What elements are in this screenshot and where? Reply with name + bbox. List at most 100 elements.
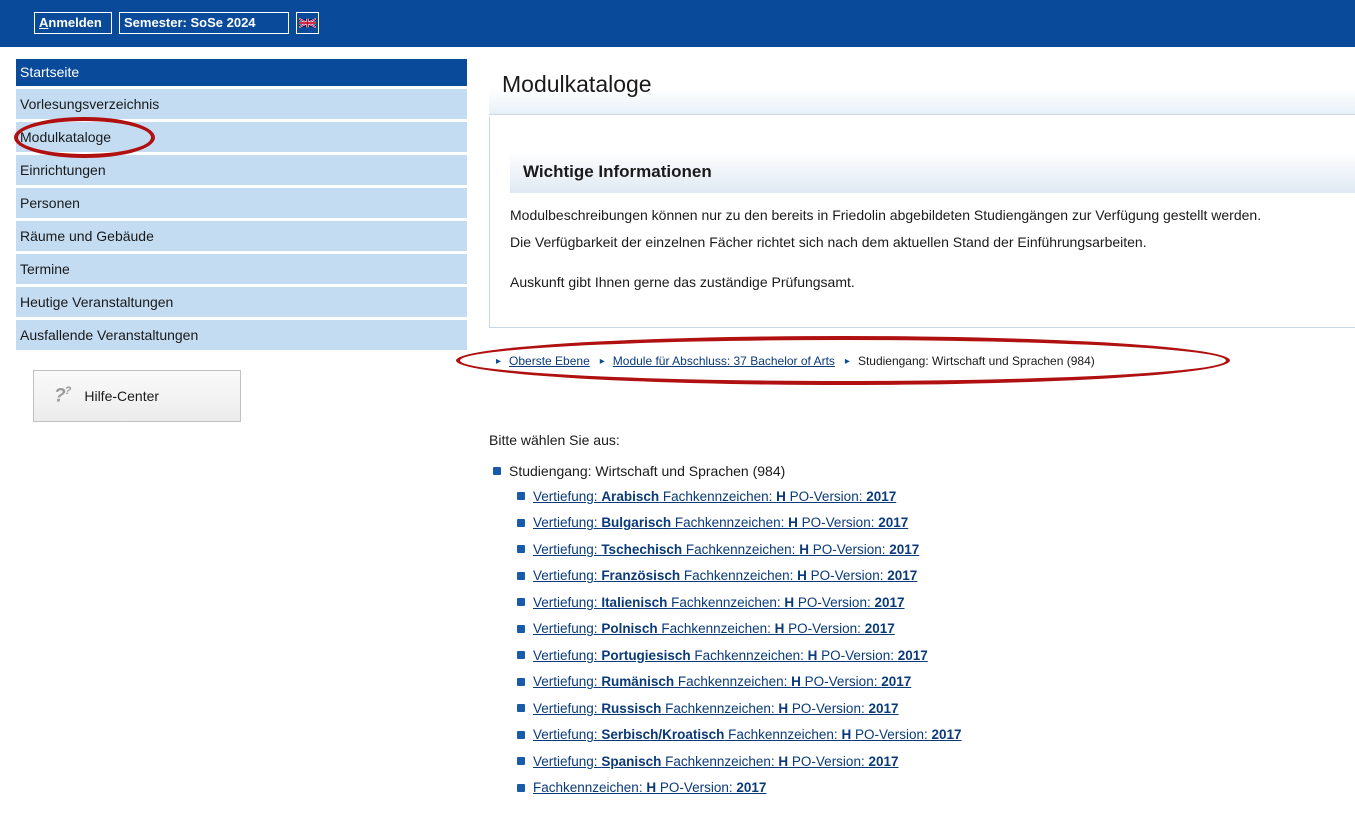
vertiefung-prefix: Vertiefung: [533, 594, 602, 610]
vertiefung-prefix: Vertiefung: [533, 541, 602, 557]
language-switch-button[interactable] [296, 12, 319, 34]
po-value: 2017 [868, 753, 899, 769]
fk-value: H [776, 488, 786, 504]
tree-item: Vertiefung: Italienisch Fachkennzeichen:… [517, 589, 962, 616]
vertiefung-prefix: Vertiefung: [533, 568, 602, 584]
po-value: 2017 [887, 568, 918, 584]
sidebar-item-personen[interactable]: Personen [16, 188, 467, 218]
fk-value: H [799, 541, 809, 557]
breadcrumb-current: Studiengang: Wirtschaft und Sprachen (98… [857, 354, 1095, 368]
tree-item: Vertiefung: Rumänisch Fachkennzeichen: H… [517, 669, 962, 696]
vertiefung-language: Italienisch [601, 594, 668, 610]
sidebar-nav: Startseite Vorlesungsverzeichnis Modulka… [16, 59, 467, 353]
fk-label: Fachkennzeichen: [671, 515, 789, 531]
vertiefung-language: Russisch [601, 700, 662, 716]
fk-label: Fachkennzeichen: [674, 674, 792, 690]
breadcrumb-arrow-icon: ▸ [599, 355, 605, 367]
vertiefung-prefix: Vertiefung: [533, 753, 602, 769]
fk-value: H [778, 700, 789, 716]
login-label-accesskey: A [39, 15, 49, 30]
help-center-button[interactable]: ?? Hilfe-Center [33, 370, 241, 422]
page-title: Modulkataloge [489, 59, 1355, 115]
info-line-1: Modulbeschreibungen können nur zu den be… [510, 207, 1262, 223]
fk-value: H [791, 674, 801, 690]
sidebar-item-ausfallende-veranstaltungen[interactable]: Ausfallende Veranstaltungen [16, 320, 467, 350]
fk-label: Fachkennzeichen: [659, 488, 777, 504]
vertiefung-language: Rumänisch [601, 674, 675, 690]
fk-value: H [778, 753, 789, 769]
login-label: nmelden [48, 15, 102, 30]
bullet-icon [517, 518, 525, 527]
po-value: 2017 [889, 541, 920, 557]
po-label: PO-Version: [806, 568, 888, 584]
sidebar-item-startseite[interactable]: Startseite [16, 59, 467, 86]
po-label: PO-Version: [785, 488, 867, 504]
fk-label: Fachkennzeichen: [690, 647, 808, 663]
tree-item-link[interactable]: Vertiefung: Portugiesisch Fachkennzeiche… [533, 648, 928, 663]
fk-label: Fachkennzeichen: [667, 594, 785, 610]
sidebar-item-heutige-veranstaltungen[interactable]: Heutige Veranstaltungen [16, 287, 467, 317]
po-label: PO-Version: [656, 780, 737, 796]
tree-item-link[interactable]: Vertiefung: Rumänisch Fachkennzeichen: H… [533, 674, 911, 689]
bullet-icon [493, 467, 501, 475]
vertiefung-prefix: Vertiefung: [533, 488, 602, 504]
breadcrumb-link-abschluss[interactable]: Module für Abschluss: 37 Bachelor of Art… [613, 354, 835, 368]
vertiefung-prefix: Vertiefung: [533, 700, 602, 716]
tree-item-link[interactable]: Vertiefung: Russisch Fachkennzeichen: H … [533, 701, 899, 716]
bullet-icon [517, 730, 525, 739]
tree-item-link[interactable]: Fachkennzeichen: H PO-Version: 2017 [533, 780, 766, 795]
po-value: 2017 [866, 488, 897, 504]
vertiefung-language: Portugiesisch [601, 647, 691, 663]
tree-item-link[interactable]: Vertiefung: Französisch Fachkennzeichen:… [533, 568, 917, 583]
po-label: PO-Version: [794, 594, 875, 610]
semester-selector[interactable]: Semester: SoSe 2024 [119, 12, 289, 34]
bullet-icon [517, 704, 525, 713]
breadcrumb-arrow-icon: ▸ [844, 355, 850, 367]
tree-item: Vertiefung: Portugiesisch Fachkennzeiche… [517, 642, 962, 669]
po-value: 2017 [897, 647, 928, 663]
po-value: 2017 [878, 515, 909, 531]
tree-item: Vertiefung: Französisch Fachkennzeichen:… [517, 563, 962, 590]
sidebar-item-termine[interactable]: Termine [16, 254, 467, 284]
bullet-icon [517, 598, 525, 607]
help-center-label: Hilfe-Center [84, 388, 160, 404]
po-label: PO-Version: [784, 621, 865, 637]
question-marks-icon: ?? [54, 384, 71, 407]
vertiefung-language: Polnisch [601, 621, 658, 637]
po-label: PO-Version: [788, 753, 869, 769]
info-heading: Wichtige Informationen [510, 151, 1355, 193]
bullet-icon [517, 757, 525, 766]
tree-item: Vertiefung: Arabisch Fachkennzeichen: H … [517, 483, 962, 510]
login-button[interactable]: Anmelden [34, 12, 112, 34]
sidebar-item-vorlesungsverzeichnis[interactable]: Vorlesungsverzeichnis [16, 89, 467, 119]
tree-item: Vertiefung: Bulgarisch Fachkennzeichen: … [517, 510, 962, 537]
po-label: PO-Version: [817, 647, 898, 663]
tree-item: Vertiefung: Russisch Fachkennzeichen: H … [517, 695, 962, 722]
info-box: Wichtige Informationen Modulbeschreibung… [489, 117, 1355, 328]
tree-item-link[interactable]: Vertiefung: Italienisch Fachkennzeichen:… [533, 595, 905, 610]
main-content: Modulkataloge Wichtige Informationen Mod… [489, 59, 1355, 328]
tree-item: Vertiefung: Tschechisch Fachkennzeichen:… [517, 536, 962, 563]
tree-item: Vertiefung: Spanisch Fachkennzeichen: H … [517, 748, 962, 775]
tree-item-link[interactable]: Vertiefung: Bulgarisch Fachkennzeichen: … [533, 515, 908, 530]
po-label: PO-Version: [800, 674, 882, 690]
fk-label: Fachkennzeichen: [661, 700, 779, 716]
tree-item-link[interactable]: Vertiefung: Arabisch Fachkennzeichen: H … [533, 489, 896, 504]
fk-label: Fachkennzeichen: [533, 780, 647, 796]
vertiefung-language: Arabisch [601, 488, 660, 504]
tree-item-link[interactable]: Vertiefung: Tschechisch Fachkennzeichen:… [533, 542, 919, 557]
sidebar-item-einrichtungen[interactable]: Einrichtungen [16, 155, 467, 185]
vertiefung-prefix: Vertiefung: [533, 727, 602, 743]
sidebar-item-raeume[interactable]: Räume und Gebäude [16, 221, 467, 251]
tree-item: Vertiefung: Polnisch Fachkennzeichen: H … [517, 616, 962, 643]
fk-value: H [788, 515, 798, 531]
breadcrumb-link-oberste-ebene[interactable]: Oberste Ebene [509, 354, 590, 368]
choose-label: Bitte wählen Sie aus: [489, 432, 620, 448]
fk-label: Fachkennzeichen: [682, 541, 800, 557]
info-line-3: Auskunft gibt Ihnen gerne das zuständige… [510, 274, 855, 290]
tree-item-link[interactable]: Vertiefung: Polnisch Fachkennzeichen: H … [533, 621, 895, 636]
tree-item-link[interactable]: Vertiefung: Serbisch/Kroatisch Fachkennz… [533, 727, 962, 742]
tree-item-link[interactable]: Vertiefung: Spanisch Fachkennzeichen: H … [533, 754, 899, 769]
sidebar-item-modulkataloge[interactable]: Modulkataloge [16, 122, 467, 152]
vertiefung-prefix: Vertiefung: [533, 621, 602, 637]
